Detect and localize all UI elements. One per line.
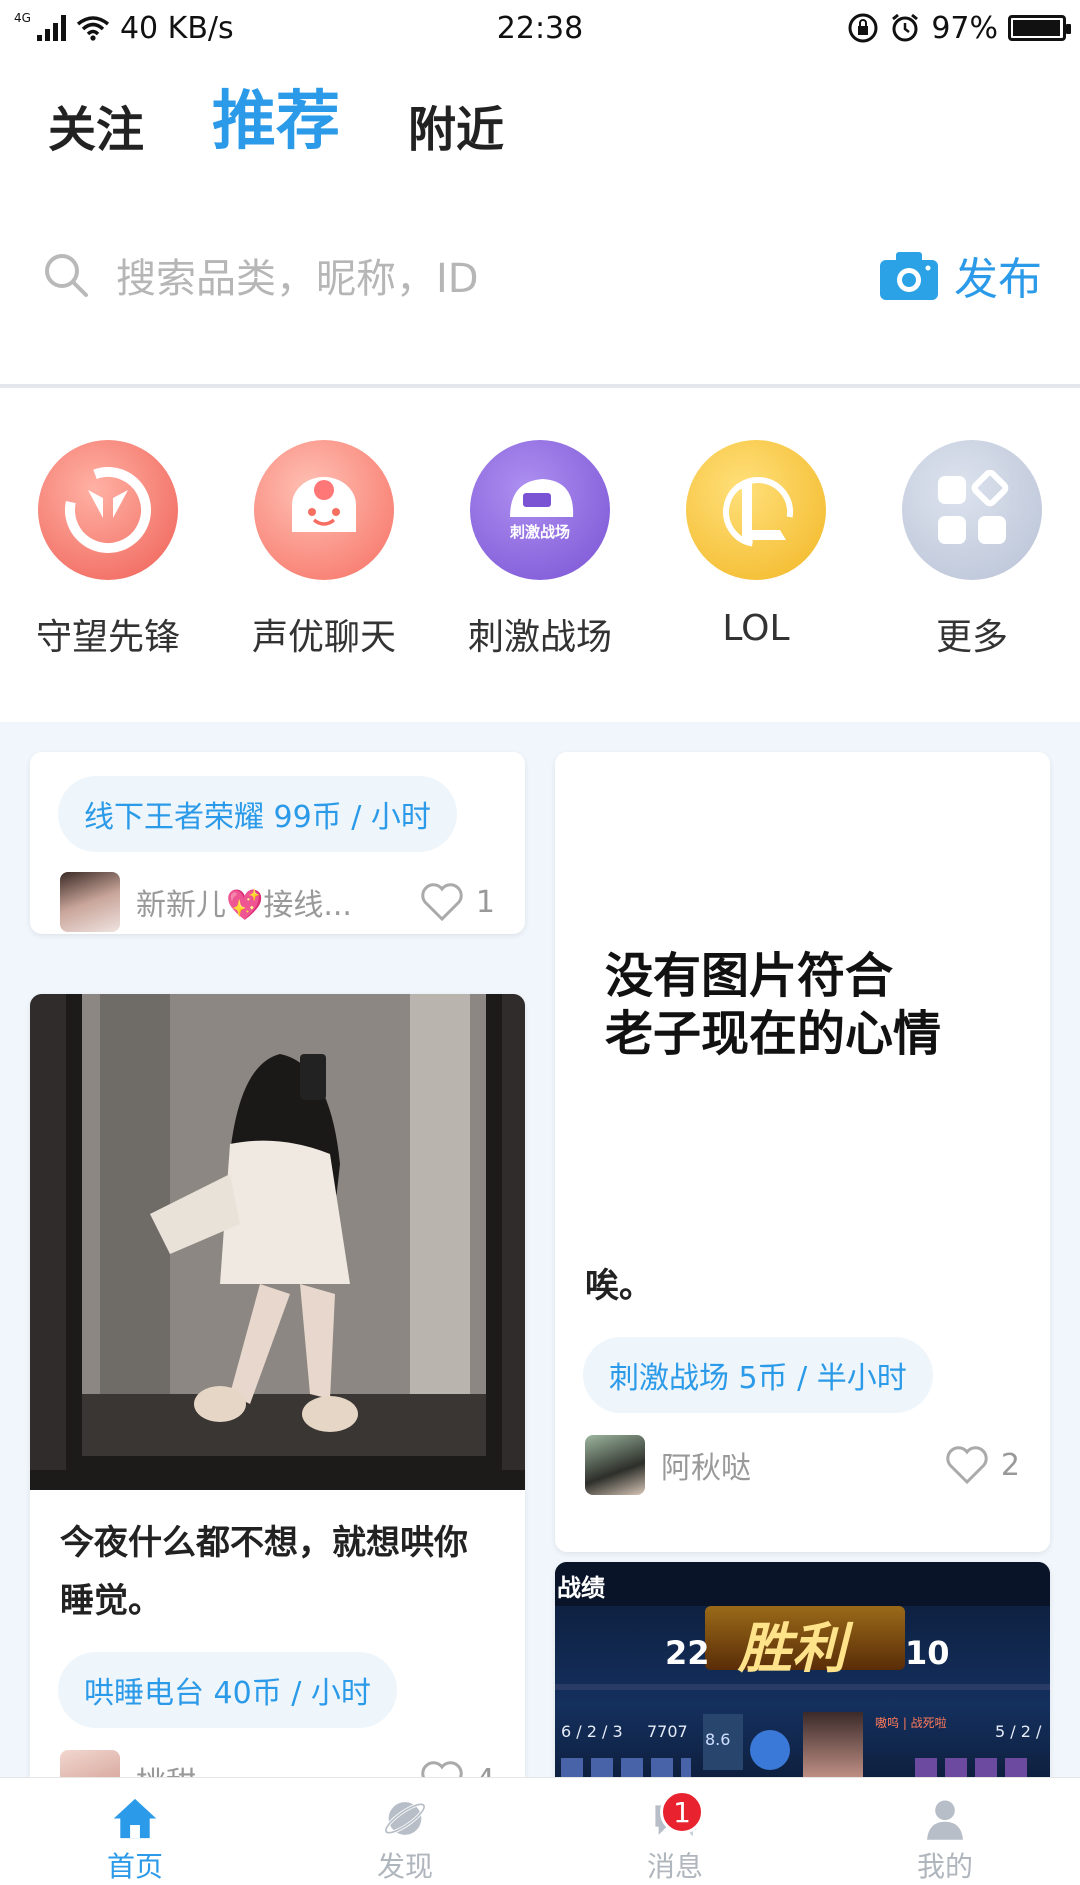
heart-icon: [946, 1446, 988, 1485]
service-tag[interactable]: 线下王者荣耀 99币 / 小时: [58, 776, 457, 852]
rotation-lock-icon: [848, 13, 878, 43]
image-caption: 没有图片符合 老子现在的心情: [605, 947, 942, 1062]
game-result-image[interactable]: 战绩 胜利 22 10 6 / 2 / 3 7707 8.6 嗷呜 | 战死啦 …: [555, 1562, 1050, 1777]
stat-kda: 6 / 2 / 3: [561, 1722, 623, 1741]
top-tabs: 关注 推荐 附近: [48, 90, 504, 154]
nav-label: 消息: [646, 1850, 703, 1883]
status-left: 4G 40 KB/s: [14, 11, 234, 46]
lol-icon: [686, 440, 826, 580]
category-label: LOL: [722, 608, 790, 649]
nav-discover[interactable]: 发现: [270, 1778, 540, 1885]
category-label: 刺激战场: [467, 617, 612, 658]
battery-percent: 97%: [931, 10, 998, 46]
avatar[interactable]: [60, 872, 120, 932]
like-button[interactable]: 4: [420, 1760, 495, 1777]
category-lol[interactable]: LOL: [648, 440, 864, 660]
category-more[interactable]: 更多: [864, 440, 1080, 660]
heart-icon: [421, 883, 463, 922]
category-label: 更多: [935, 617, 1008, 658]
battery-icon: [1008, 15, 1071, 41]
category-label: 声优聊天: [251, 617, 396, 658]
bottom-nav: 首页 发现 1 消息 我的: [0, 1777, 1080, 1885]
post-card[interactable]: 战绩 胜利 22 10 6 / 2 / 3 7707 8.6 嗷呜 | 战死啦 …: [555, 1562, 1050, 1777]
author-name[interactable]: 桃甜: [136, 1758, 420, 1777]
service-tag[interactable]: 哄睡电台 40币 / 小时: [58, 1652, 397, 1728]
nav-profile[interactable]: 我的: [810, 1778, 1080, 1885]
feed: 线下王者荣耀 99币 / 小时 新新儿💖接线... 1 今夜什么都不想，就想哄你…: [0, 722, 1080, 1777]
network-speed: 40 KB/s: [119, 10, 234, 46]
nav-label: 发现: [376, 1850, 433, 1883]
home-icon: [113, 1798, 157, 1839]
stat-rating: 8.6: [705, 1730, 731, 1749]
publish-button[interactable]: 发布: [878, 243, 1042, 307]
post-author-row: 阿秋哒 2: [555, 1413, 1050, 1495]
stat-right: 5 / 2 /: [995, 1722, 1042, 1741]
like-count: 1: [475, 884, 495, 920]
nav-messages[interactable]: 1 消息: [540, 1778, 810, 1885]
post-card[interactable]: 没有图片符合 老子现在的心情 唉。 刺激战场 5币 / 半小时 阿秋哒 2: [555, 752, 1050, 1552]
post-author-row: 桃甜 4: [30, 1728, 525, 1777]
post-card[interactable]: 今夜什么都不想，就想哄你睡觉。 哄睡电台 40币 / 小时 桃甜 4: [30, 994, 525, 1777]
enemy-label: 嗷呜 | 战死啦: [875, 1716, 947, 1730]
search-icon: [45, 254, 88, 297]
score-left: 22: [665, 1634, 710, 1672]
score-right: 10: [905, 1634, 950, 1672]
like-button[interactable]: 1: [420, 882, 495, 922]
category-voice-chat[interactable]: 声优聊天: [216, 440, 432, 660]
signal-icon: [36, 15, 66, 41]
pubg-helmet-icon: 刺激战场: [470, 440, 610, 580]
heart-icon: [421, 1761, 463, 1777]
post-card[interactable]: 线下王者荣耀 99币 / 小时 新新儿💖接线... 1: [30, 752, 525, 934]
post-text: 唉。: [585, 1266, 653, 1306]
victory-banner: 胜利: [738, 1617, 846, 1680]
divider: [0, 384, 1080, 388]
post-text: 今夜什么都不想，就想哄你睡觉。: [60, 1523, 468, 1621]
tab-nearby[interactable]: 附近: [408, 106, 504, 154]
alarm-icon: [892, 13, 919, 42]
tab-follow[interactable]: 关注: [48, 106, 144, 154]
author-name[interactable]: 新新儿💖接线...: [136, 880, 420, 924]
nav-home[interactable]: 首页: [0, 1778, 270, 1885]
like-count: 4: [476, 1763, 495, 1778]
unread-badge: 1: [660, 1790, 704, 1834]
search-bar: 搜索品类，昵称，ID 发布: [42, 240, 1042, 310]
category-row: 守望先锋 声优聊天 刺激战场 刺激战场 LOL 更多: [0, 440, 1080, 660]
camera-icon: [880, 252, 938, 300]
category-overwatch[interactable]: 守望先锋: [0, 440, 216, 660]
tab-recommend[interactable]: 推荐: [212, 90, 340, 154]
more-grid-icon: [902, 440, 1042, 580]
like-button[interactable]: 2: [945, 1445, 1020, 1485]
avatar[interactable]: [585, 1435, 645, 1495]
service-tag[interactable]: 刺激战场 5币 / 半小时: [583, 1337, 933, 1413]
network-type: 4G: [14, 11, 31, 25]
pubg-icon-text: 刺激战场: [510, 523, 570, 541]
category-pubg[interactable]: 刺激战场 刺激战场: [432, 440, 648, 660]
like-count: 2: [1000, 1447, 1020, 1483]
publish-label: 发布: [954, 254, 1042, 305]
category-label: 守望先锋: [35, 617, 180, 658]
author-name[interactable]: 阿秋哒: [661, 1443, 945, 1487]
status-bar: 4G 40 KB/s 22:38 97%: [0, 0, 1080, 56]
nav-label: 我的: [916, 1850, 973, 1883]
overwatch-icon: [38, 440, 178, 580]
user-icon: [927, 1800, 963, 1840]
stat-gold: 7707: [647, 1722, 688, 1741]
nav-label: 首页: [106, 1850, 163, 1883]
image-corner-label: 战绩: [557, 1574, 605, 1602]
post-image[interactable]: 没有图片符合 老子现在的心情: [555, 752, 1050, 1257]
planet-icon: [384, 1802, 426, 1835]
post-author-row: 新新儿💖接线... 1: [30, 852, 525, 932]
search-input[interactable]: 搜索品类，昵称，ID: [116, 246, 878, 304]
post-photo[interactable]: [30, 994, 525, 1490]
status-right: 97%: [847, 10, 1071, 46]
voice-chat-icon: [254, 440, 394, 580]
wifi-icon: [76, 16, 110, 41]
avatar[interactable]: [60, 1750, 120, 1777]
